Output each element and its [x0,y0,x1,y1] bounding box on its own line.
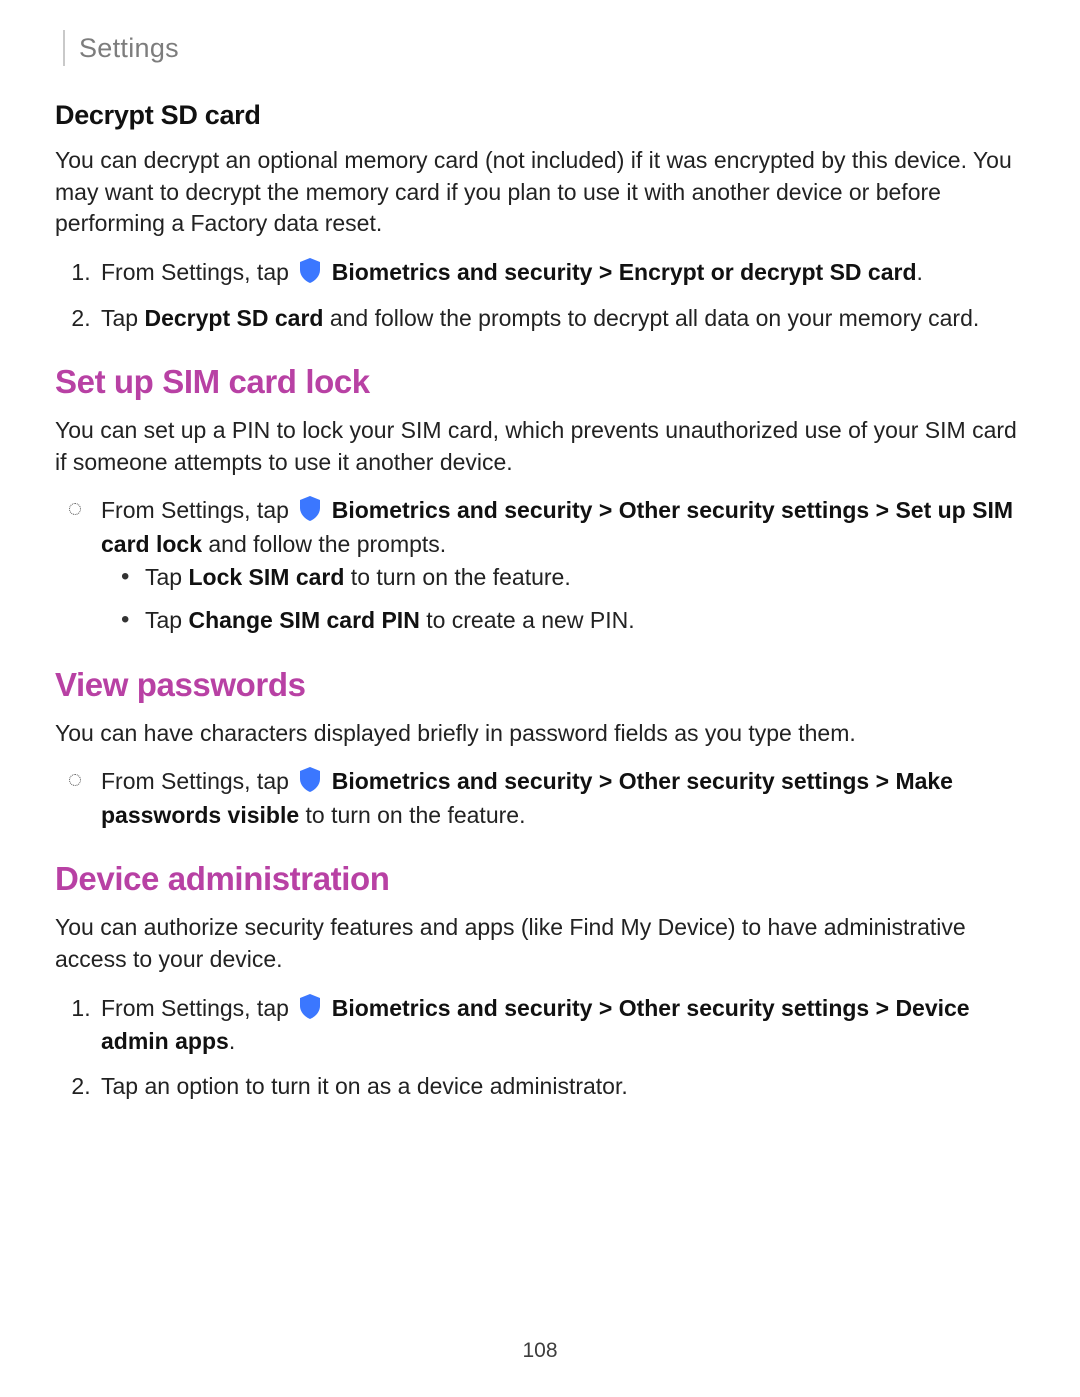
section-decrypt-sd-card: Decrypt SD card You can decrypt an optio… [55,100,1025,335]
bold-biometrics-and-security: Biometrics and security [332,259,593,285]
sub-text-pre: Tap [145,607,188,633]
intro-device-administration: You can authorize security features and … [55,912,1025,975]
bullet-sim-card-lock-1: From Settings, tap Biometrics and securi… [97,494,1025,637]
section-view-passwords: View passwords You can have characters d… [55,666,1025,832]
step-text: Tap [101,305,144,331]
step-text: From Settings, tap [101,259,295,285]
step-device-admin-1: From Settings, tap Biometrics and securi… [97,992,1025,1059]
subbullet-change-sim-pin: Tap Change SIM card PIN to create a new … [141,604,1025,637]
chevron-icon: > [876,497,889,523]
chevron-icon: > [876,995,889,1021]
bold-biometrics-and-security: Biometrics and security [332,768,593,794]
bold-other-security-settings: Other security settings [619,768,870,794]
step-text-post: . [917,259,923,285]
step-text-post: . [229,1028,235,1054]
bold-biometrics-and-security: Biometrics and security [332,497,593,523]
intro-decrypt-sd-card: You can decrypt an optional memory card … [55,145,1025,240]
heading-device-administration: Device administration [55,860,1025,898]
page-number: 108 [0,1339,1080,1363]
heading-sim-card-lock: Set up SIM card lock [55,363,1025,401]
heading-decrypt-sd-card: Decrypt SD card [55,100,1025,131]
bold-other-security-settings: Other security settings [619,995,870,1021]
header-title: Settings [79,33,179,64]
header-divider [63,30,65,66]
bold-other-security-settings: Other security settings [619,497,870,523]
subbullet-lock-sim-card: Tap Lock SIM card to turn on the feature… [141,561,1025,594]
step-text-post: and follow the prompts to decrypt all da… [323,305,979,331]
step-text: From Settings, tap [101,995,295,1021]
biometrics-shield-icon [297,494,323,522]
chevron-icon: > [599,497,612,523]
bullet-text: From Settings, tap [101,768,295,794]
bullet-text: From Settings, tap [101,497,295,523]
bold-encrypt-or-decrypt-sd-card: Encrypt or decrypt SD card [619,259,917,285]
heading-view-passwords: View passwords [55,666,1025,704]
steps-device-administration: From Settings, tap Biometrics and securi… [55,992,1025,1104]
step-device-admin-2: Tap an option to turn it on as a device … [97,1070,1025,1103]
chevron-icon: > [599,995,612,1021]
bold-change-sim-card-pin: Change SIM card PIN [188,607,419,633]
steps-decrypt-sd-card: From Settings, tap Biometrics and securi… [55,256,1025,335]
bullet-view-passwords-1: From Settings, tap Biometrics and securi… [97,765,1025,832]
biometrics-shield-icon [297,256,323,284]
biometrics-shield-icon [297,765,323,793]
chevron-icon: > [599,259,612,285]
step-text: Tap an option to turn it on as a device … [101,1073,628,1099]
bullets-sim-card-lock: From Settings, tap Biometrics and securi… [55,494,1025,637]
biometrics-shield-icon [297,992,323,1020]
bold-decrypt-sd-card: Decrypt SD card [144,305,323,331]
chevron-icon: > [599,768,612,794]
intro-view-passwords: You can have characters displayed briefl… [55,718,1025,750]
bold-biometrics-and-security: Biometrics and security [332,995,593,1021]
bullet-text-post: to turn on the feature. [299,802,525,828]
subbullets-sim-card-lock: Tap Lock SIM card to turn on the feature… [101,561,1025,638]
sub-text-pre: Tap [145,564,188,590]
bullets-view-passwords: From Settings, tap Biometrics and securi… [55,765,1025,832]
section-device-administration: Device administration You can authorize … [55,860,1025,1104]
sub-text-post: to create a new PIN. [420,607,635,633]
section-sim-card-lock: Set up SIM card lock You can set up a PI… [55,363,1025,638]
step-decrypt-2: Tap Decrypt SD card and follow the promp… [97,302,1025,335]
bullet-text-post: and follow the prompts. [202,531,446,557]
step-decrypt-1: From Settings, tap Biometrics and securi… [97,256,1025,289]
bold-lock-sim-card: Lock SIM card [188,564,344,590]
page-header: Settings [63,30,1025,66]
sub-text-post: to turn on the feature. [344,564,570,590]
chevron-icon: > [876,768,889,794]
intro-sim-card-lock: You can set up a PIN to lock your SIM ca… [55,415,1025,478]
